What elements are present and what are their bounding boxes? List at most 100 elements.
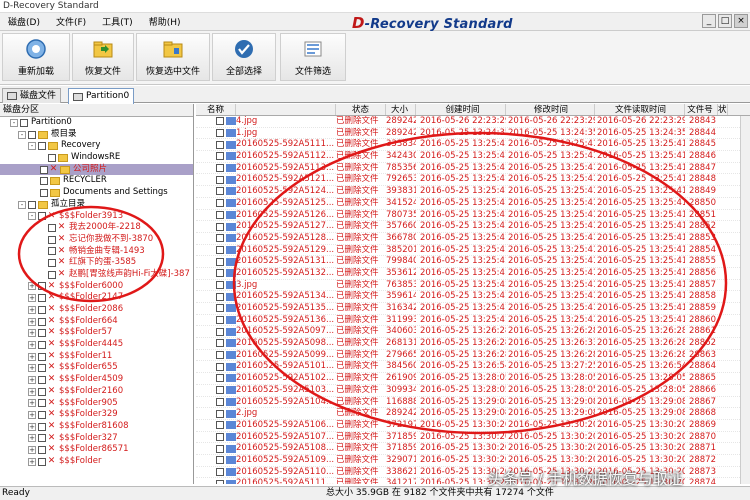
collapse-icon[interactable]: - (18, 130, 26, 139)
file-checkbox[interactable] (216, 351, 224, 360)
tree-item[interactable]: + ✕ $$$Folder2086 (0, 304, 193, 316)
file-checkbox[interactable] (216, 304, 224, 313)
file-checkbox[interactable] (216, 444, 224, 453)
maximize-icon[interactable]: □ (718, 14, 732, 28)
menu-help[interactable]: 帮助(H) (141, 15, 189, 28)
col-created[interactable]: 创建时间 (416, 104, 506, 115)
expand-icon[interactable]: + (28, 294, 36, 303)
tree-item[interactable]: + ✕ $$$Folder57 (0, 327, 193, 339)
tree-checkbox[interactable] (38, 446, 46, 455)
file-checkbox[interactable] (216, 129, 224, 138)
file-checkbox[interactable] (216, 199, 224, 208)
file-checkbox[interactable] (216, 456, 224, 465)
file-row[interactable]: 20160525-592A5113... 已删除文件 785356 2016-05-2… (196, 163, 750, 175)
filter-button[interactable]: 文件筛选 (280, 33, 346, 81)
tree-checkbox[interactable] (28, 130, 36, 139)
tree-item[interactable]: + ✕ $$$Folder2147 (0, 292, 193, 304)
tree-item[interactable]: - 根目录 (0, 129, 193, 141)
tree-checkbox[interactable] (38, 387, 46, 396)
file-row[interactable]: 2.jpg 已删除文件 289242 2016-05-25 13:29:08 2016-… (196, 408, 750, 420)
tree-checkbox[interactable] (40, 165, 48, 174)
tree-item[interactable]: - Partition0 (0, 117, 193, 129)
collapse-icon[interactable]: - (10, 118, 18, 127)
tree-checkbox[interactable] (48, 259, 56, 268)
file-checkbox[interactable] (216, 479, 224, 484)
expand-icon[interactable]: + (28, 317, 36, 326)
file-checkbox[interactable] (216, 316, 224, 325)
file-row[interactable]: 20160525-592A5134... 已删除文件 359614 2016-05-2… (196, 291, 750, 303)
tree-item[interactable]: ✕ 赵鹏[胃弦线声韵Hi-Fi大碟]-387 (0, 269, 193, 281)
file-checkbox[interactable] (216, 164, 224, 173)
file-checkbox[interactable] (216, 175, 224, 184)
file-checkbox[interactable] (216, 292, 224, 301)
tree-item[interactable]: ✕ 忘记你我做不到-3870 (0, 234, 193, 246)
file-row[interactable]: 20160525-592A5112... 已删除文件 342430 2016-05-2… (196, 151, 750, 163)
tree-item[interactable]: + ✕ $$$Folder (0, 456, 193, 468)
col-name[interactable]: 名称 (196, 104, 236, 115)
file-row[interactable]: 20160525-592A5127... 已删除文件 357660 2016-05-2… (196, 221, 750, 233)
tree-checkbox[interactable] (38, 375, 46, 384)
tree-item[interactable]: - ✕ $$$Folder3913 (0, 211, 193, 223)
tree-checkbox[interactable] (48, 235, 56, 244)
tree-checkbox[interactable] (48, 224, 56, 233)
file-row[interactable]: 20160525-592A5126... 已删除文件 780735 2016-05-2… (196, 210, 750, 222)
file-checkbox[interactable] (216, 280, 224, 289)
tree-checkbox[interactable] (38, 399, 46, 408)
file-row[interactable]: 20160525-592A5101... 已删除文件 384560 2016-05-2… (196, 361, 750, 374)
file-checkbox[interactable] (216, 210, 224, 219)
file-checkbox[interactable] (216, 234, 224, 243)
file-row[interactable]: 20160525-592A5132... 已删除文件 353612 2016-05-2… (196, 268, 750, 280)
file-checkbox[interactable] (216, 257, 224, 266)
tree-checkbox[interactable] (38, 329, 46, 338)
file-checkbox[interactable] (216, 339, 224, 348)
file-row[interactable]: 20160525-592A5135... 已删除文件 316342 2016-05-2… (196, 303, 750, 315)
collapse-icon[interactable]: - (28, 142, 36, 151)
col-file-number[interactable]: 文件号 (685, 104, 718, 115)
tree-checkbox[interactable] (38, 352, 46, 361)
tree-item[interactable]: + ✕ $$$Folder655 (0, 362, 193, 374)
file-row[interactable]: 3.jpg 已删除文件 763853 2016-05-25 13:25:41 2016-… (196, 280, 750, 292)
col-status2[interactable]: 状态 (718, 104, 728, 115)
file-row[interactable]: 1.jpg 已删除文件 289242 2016-05-25 13:24:35 2016-… (196, 128, 750, 140)
file-row[interactable]: 20160525-592A5124... 已删除文件 393831 2016-05-2… (196, 186, 750, 198)
expand-icon[interactable]: + (28, 446, 36, 455)
file-row[interactable]: 20160525-592A5108... 已删除文件 371859 2016-05-2… (196, 443, 750, 455)
file-row[interactable]: 20160525-592A5128... 已删除文件 366780 2016-05-2… (196, 233, 750, 245)
collapse-icon[interactable]: - (18, 200, 26, 209)
expand-icon[interactable]: + (28, 411, 36, 420)
file-checkbox[interactable] (216, 117, 224, 126)
tree-item[interactable]: + ✕ $$$Folder11 (0, 351, 193, 363)
tree-item[interactable]: WindowsRE (0, 152, 193, 164)
file-row[interactable]: 20160525-592A5125... 已删除文件 341524 2016-05-2… (196, 198, 750, 210)
tree-item[interactable]: + ✕ $$$Folder664 (0, 316, 193, 328)
file-checkbox[interactable] (216, 362, 224, 371)
file-checkbox[interactable] (216, 222, 224, 231)
tree-item[interactable]: + ✕ $$$Folder6000 (0, 281, 193, 293)
tree-checkbox[interactable] (38, 142, 46, 151)
tree-checkbox[interactable] (38, 340, 46, 349)
vertical-scrollbar[interactable] (740, 116, 750, 484)
col-accessed[interactable]: 文件读取时间 (595, 104, 685, 115)
tree-item[interactable]: ✕ 我去2000年-2218 (0, 222, 193, 234)
file-checkbox[interactable] (216, 467, 224, 476)
tree-checkbox[interactable] (40, 177, 48, 186)
tree-checkbox[interactable] (38, 457, 46, 466)
tree-checkbox[interactable] (38, 282, 46, 291)
recover-files-button[interactable]: 恢复文件 (72, 33, 134, 81)
expand-icon[interactable]: + (28, 329, 36, 338)
tree-item[interactable]: + ✕ $$$Folder2160 (0, 386, 193, 398)
tree-item[interactable]: Documents and Settings (0, 187, 193, 199)
tree-checkbox[interactable] (38, 317, 46, 326)
reload-button[interactable]: 重新加载 (2, 33, 70, 81)
col-modified[interactable]: 修改时间 (506, 104, 595, 115)
expand-icon[interactable]: + (28, 282, 36, 291)
menu-file[interactable]: 文件(F) (48, 15, 94, 28)
file-checkbox[interactable] (216, 187, 224, 196)
expand-icon[interactable]: + (28, 375, 36, 384)
tree-item[interactable]: - Recovery (0, 140, 193, 152)
expand-icon[interactable]: + (28, 340, 36, 349)
tab-partition[interactable]: Partition0 (68, 88, 135, 104)
menu-disk[interactable]: 磁盘(D) (0, 15, 48, 28)
tree-checkbox[interactable] (48, 247, 56, 256)
minimize-icon[interactable]: _ (702, 14, 716, 28)
